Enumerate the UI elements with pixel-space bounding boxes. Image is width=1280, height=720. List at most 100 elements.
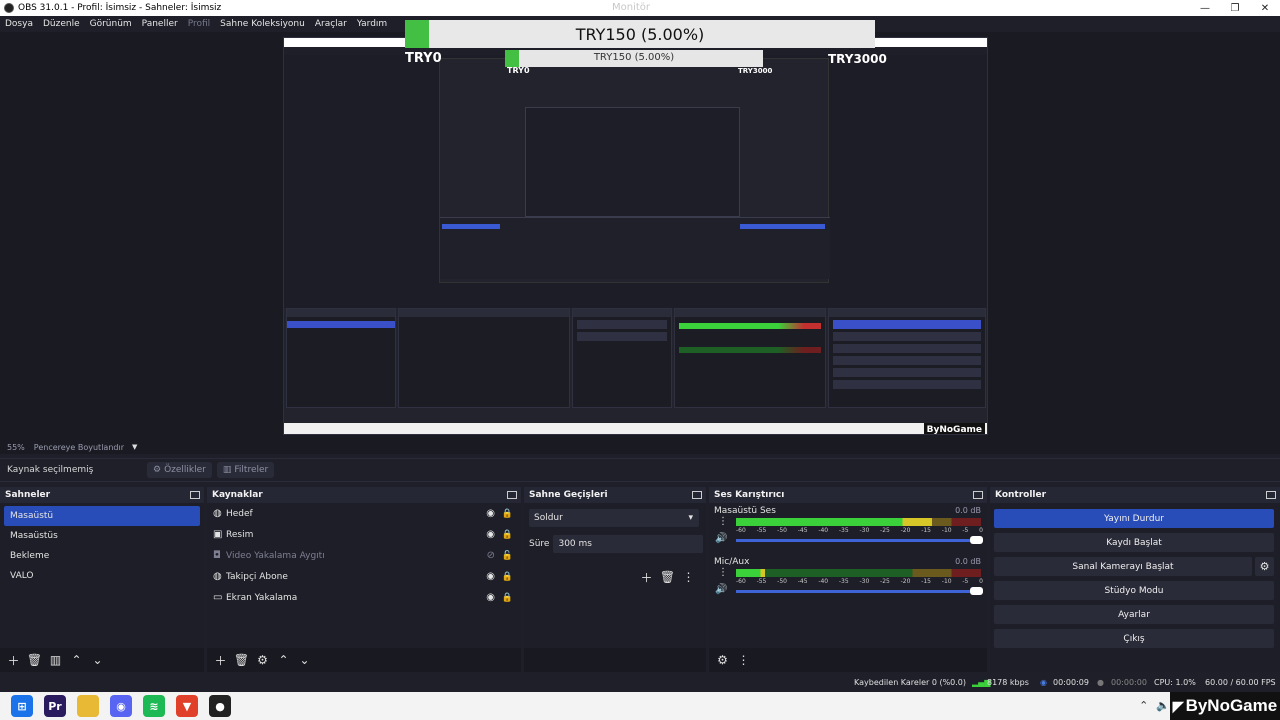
- stop-stream-button[interactable]: Yayını Durdur: [994, 509, 1274, 528]
- fader-knob[interactable]: [970, 536, 983, 544]
- more-icon[interactable]: ⋮: [679, 569, 698, 585]
- start-recording-button[interactable]: Kaydı Başlat: [994, 533, 1274, 552]
- close-button[interactable]: ✕: [1250, 0, 1280, 16]
- menu-docks[interactable]: Paneller: [137, 19, 183, 29]
- move-down-icon[interactable]: ⌄: [295, 652, 314, 668]
- more-icon[interactable]: ⋮: [718, 567, 728, 578]
- scene-item[interactable]: Masaüstü: [4, 506, 200, 526]
- undock-icon[interactable]: [507, 491, 517, 499]
- source-item[interactable]: ▭ Ekran Yakalama ◉ 🔒: [207, 587, 521, 608]
- speaker-icon[interactable]: 🔈: [1156, 699, 1170, 712]
- source-item[interactable]: ◍ Hedef ◉ 🔒: [207, 503, 521, 524]
- zoom-dropdown-icon[interactable]: ▼: [132, 443, 137, 451]
- dropped-frames: Kaybedilen Kareler 0 (%0.0): [854, 678, 967, 687]
- speaker-icon[interactable]: 🔊: [715, 584, 727, 595]
- move-up-icon[interactable]: ⌃: [274, 652, 293, 668]
- gear-icon[interactable]: ⚙: [253, 652, 272, 668]
- move-up-icon[interactable]: ⌃: [67, 652, 86, 668]
- discord-icon[interactable]: ◉: [110, 695, 132, 717]
- add-scene-icon[interactable]: ＋: [4, 652, 23, 668]
- menu-tools[interactable]: Araçlar: [310, 19, 352, 29]
- eye-icon[interactable]: ◉: [486, 571, 495, 582]
- exit-button[interactable]: Çıkış: [994, 629, 1274, 648]
- lock-icon[interactable]: 🔒: [502, 593, 513, 603]
- premiere-icon[interactable]: Pr: [44, 695, 66, 717]
- source-item[interactable]: ◘ Video Yakalama Aygıtı ⊘ 🔓: [207, 545, 521, 566]
- monitor-icon: ▭: [213, 592, 223, 603]
- menu-edit[interactable]: Düzenle: [38, 19, 85, 29]
- add-transition-icon[interactable]: ＋: [637, 569, 656, 585]
- menu-view[interactable]: Görünüm: [85, 19, 137, 29]
- properties-button[interactable]: ⚙ Özellikler: [147, 462, 212, 478]
- spotify-icon[interactable]: ≋: [143, 695, 165, 717]
- sources-dock: Kaynaklar ◍ Hedef ◉ 🔒 ▣ Resim ◉ 🔒 ◘ Vide…: [207, 487, 521, 672]
- filter-icon[interactable]: ▥: [46, 652, 65, 668]
- trash-icon[interactable]: 🗑: [232, 652, 251, 668]
- eye-icon[interactable]: ◉: [486, 592, 495, 603]
- brave-icon[interactable]: ▼: [176, 695, 198, 717]
- settings-button[interactable]: Ayarlar: [994, 605, 1274, 624]
- maximize-button[interactable]: ❐: [1220, 0, 1250, 16]
- duration-input[interactable]: 300 ms: [553, 535, 704, 553]
- brand-mark-icon: ◤: [1172, 697, 1184, 714]
- scale-tick: -40: [818, 578, 829, 585]
- nested-preview: [439, 58, 830, 283]
- filters-button[interactable]: ▥ Filtreler: [216, 462, 275, 478]
- volume-fader[interactable]: [736, 590, 981, 593]
- undock-icon[interactable]: [190, 491, 200, 499]
- undock-icon[interactable]: [1266, 491, 1276, 499]
- nested-transitions-panel: [572, 308, 672, 408]
- lock-icon[interactable]: 🔒: [502, 572, 513, 582]
- scene-item[interactable]: Bekleme: [4, 546, 200, 566]
- gear-icon[interactable]: ⚙: [713, 652, 732, 668]
- scene-item[interactable]: VALO: [4, 566, 200, 586]
- transition-selected: Soldur: [534, 513, 563, 523]
- transition-select[interactable]: Soldur ▾: [529, 509, 699, 527]
- preview-canvas[interactable]: ByNoGame: [283, 37, 988, 435]
- trash-icon[interactable]: 🗑: [25, 652, 44, 668]
- fps: 60.00 / 60.00 FPS: [1205, 678, 1276, 687]
- minimize-button[interactable]: —: [1190, 0, 1220, 16]
- start-virtual-camera-button[interactable]: Sanal Kamerayı Başlat: [994, 557, 1252, 576]
- undock-icon[interactable]: [692, 491, 702, 499]
- brand-text: ByNoGame: [1185, 696, 1278, 715]
- eye-icon[interactable]: ◉: [486, 508, 495, 519]
- add-source-icon[interactable]: ＋: [211, 652, 230, 668]
- obs-icon[interactable]: ●: [209, 695, 231, 717]
- scenes-title: Sahneler: [5, 490, 51, 500]
- windows-icon[interactable]: ⊞: [11, 695, 33, 717]
- lock-icon[interactable]: 🔒: [502, 509, 513, 519]
- gear-icon: ⚙: [153, 465, 162, 475]
- chevron-up-icon[interactable]: ⌃: [1139, 699, 1148, 712]
- source-item[interactable]: ◍ Takipçi Abone ◉ 🔒: [207, 566, 521, 587]
- studio-mode-button[interactable]: Stüdyo Modu: [994, 581, 1274, 600]
- eye-icon[interactable]: ◉: [486, 529, 495, 540]
- source-item[interactable]: ▣ Resim ◉ 🔒: [207, 524, 521, 545]
- menu-profile[interactable]: Profil: [183, 19, 215, 29]
- menu-file[interactable]: Dosya: [0, 19, 38, 29]
- scene-item[interactable]: Masaüstüs: [4, 526, 200, 546]
- channel-db: 0.0 dB: [955, 506, 981, 515]
- virtual-camera-settings-button[interactable]: ⚙: [1255, 557, 1274, 576]
- menu-scene-collection[interactable]: Sahne Koleksiyonu: [215, 19, 310, 29]
- fader-knob[interactable]: [970, 587, 983, 595]
- trash-icon[interactable]: 🗑: [658, 569, 677, 585]
- move-down-icon[interactable]: ⌄: [88, 652, 107, 668]
- menu-help[interactable]: Yardım: [352, 19, 392, 29]
- audio-mixer-dock: Ses Karıştırıcı Masaüstü Ses 0.0 dB ⋮ -6…: [709, 487, 987, 672]
- controls-title: Kontroller: [995, 490, 1047, 500]
- source-label: Takipçi Abone: [226, 571, 288, 582]
- more-icon[interactable]: ⋮: [734, 652, 753, 668]
- lock-icon[interactable]: 🔒: [502, 530, 513, 540]
- scenes-list: Masaüstü Masaüstüs Bekleme VALO: [0, 503, 204, 648]
- more-icon[interactable]: ⋮: [718, 516, 728, 527]
- volume-fader[interactable]: [736, 539, 981, 542]
- speaker-icon[interactable]: 🔊: [715, 533, 727, 544]
- scale-tick: -55: [756, 578, 767, 585]
- undock-icon[interactable]: [973, 491, 983, 499]
- brand-logo: ◤ ByNoGame: [1170, 692, 1280, 720]
- unlock-icon[interactable]: 🔓: [502, 551, 513, 561]
- folder-icon[interactable]: [77, 695, 99, 717]
- eye-hidden-icon[interactable]: ⊘: [487, 550, 495, 561]
- zoom-mode-label[interactable]: Pencereye Boyutlandır: [34, 443, 124, 452]
